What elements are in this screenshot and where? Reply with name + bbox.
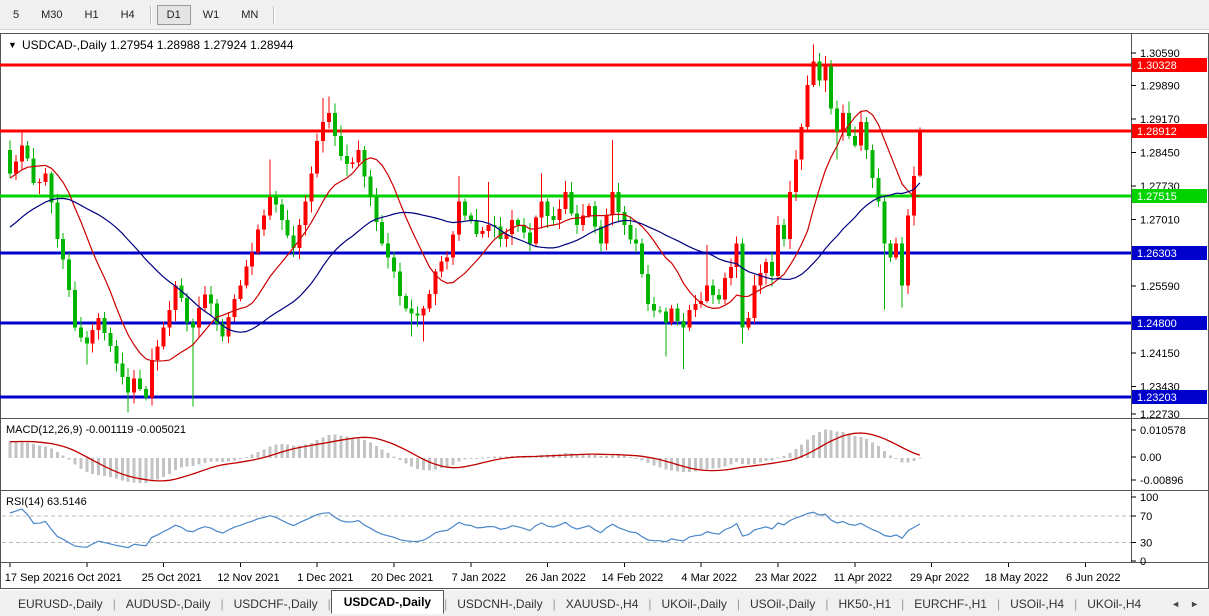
rsi-axis-label: 70 [1140, 511, 1152, 523]
rsi-axis-label: 100 [1140, 492, 1158, 504]
tab-scroll-right-icon[interactable]: ► [1190, 599, 1199, 609]
price-tag-label: 1.27515 [1137, 191, 1177, 203]
date-label: 20 Dec 2021 [371, 572, 433, 584]
date-label: 6 Jun 2022 [1066, 572, 1120, 584]
timeframe-button-h1[interactable]: H1 [75, 5, 109, 25]
date-label: 18 May 2022 [985, 572, 1049, 584]
date-label: 26 Jan 2022 [525, 572, 586, 584]
timeframe-button-5[interactable]: 5 [3, 5, 29, 25]
chart-tab-usoil-h4[interactable]: USOil-,H4 [1000, 593, 1074, 615]
date-label: 23 Mar 2022 [755, 572, 817, 584]
chart-tab-bar: EURUSD-,Daily|AUDUSD-,Daily|USDCHF-,Dail… [0, 590, 1209, 616]
price-tag-label: 1.30328 [1137, 60, 1177, 72]
macd-axis-label: 0.010578 [1140, 425, 1186, 437]
rsi-axis-label: 0 [1140, 556, 1146, 568]
price-axis-label: 1.25590 [1140, 281, 1180, 293]
price-axis-label: 1.22730 [1140, 409, 1180, 421]
date-label: 1 Dec 2021 [297, 572, 353, 584]
price-tag-label: 1.24800 [1137, 318, 1177, 330]
chart-tab-usdcnh-daily[interactable]: USDCNH-,Daily [447, 593, 552, 615]
date-label: 11 Apr 2022 [834, 572, 893, 584]
date-label: 29 Apr 2022 [910, 572, 969, 584]
chart-tab-usdchf-daily[interactable]: USDCHF-,Daily [224, 593, 328, 615]
chart-tab-hk50-h1[interactable]: HK50-,H1 [828, 593, 901, 615]
price-axis-label: 1.27010 [1140, 215, 1180, 227]
symbol-dropdown-icon[interactable]: ▼ [8, 40, 17, 50]
price-axis-label: 1.29890 [1140, 80, 1180, 92]
rsi-axis-label: 30 [1140, 537, 1152, 549]
chart-tab-ukoil-daily[interactable]: UKOil-,Daily [652, 593, 737, 615]
chart-tab-usoil-daily[interactable]: USOil-,Daily [740, 593, 825, 615]
timeframe-button-h4[interactable]: H4 [111, 5, 145, 25]
price-tag-label: 1.28912 [1137, 126, 1177, 138]
timeframe-button-w1[interactable]: W1 [193, 5, 230, 25]
chart-tab-eurusd-daily[interactable]: EURUSD-,Daily [8, 593, 113, 615]
price-axis-label: 1.30590 [1140, 48, 1180, 60]
date-label: 6 Oct 2021 [68, 572, 122, 584]
price-axis-label: 1.28450 [1140, 148, 1180, 160]
tab-scroll-left-icon[interactable]: ◄ [1171, 599, 1180, 609]
timeframe-toolbar: 5M30H1H4 D1W1MN [0, 0, 1209, 30]
date-label: 17 Sep 2021 [5, 572, 67, 584]
date-label: 25 Oct 2021 [142, 572, 202, 584]
chart-tab-xauusd-h4[interactable]: XAUUSD-,H4 [556, 593, 649, 615]
toolbar-separator [273, 6, 275, 24]
date-label: 14 Feb 2022 [602, 572, 664, 584]
chart-tab-eurchf-h1[interactable]: EURCHF-,H1 [904, 593, 997, 615]
rsi-label: RSI(14) 63.5146 [6, 496, 87, 508]
chart-tab-audusd-daily[interactable]: AUDUSD-,Daily [116, 593, 221, 615]
date-label: 12 Nov 2021 [217, 572, 279, 584]
timeframe-button-d1[interactable]: D1 [157, 5, 191, 25]
chart-tab-usdcad-daily[interactable]: USDCAD-,Daily [331, 590, 444, 614]
date-label: 4 Mar 2022 [681, 572, 737, 584]
timeframe-button-mn[interactable]: MN [231, 5, 268, 25]
macd-axis-label: -0.00896 [1140, 475, 1183, 487]
chart-area[interactable]: 1.305901.298901.291701.284501.277301.270… [0, 30, 1209, 590]
timeframe-button-m30[interactable]: M30 [31, 5, 72, 25]
tab-scroll-controls: ◄► [1171, 599, 1209, 609]
chart-title: USDCAD-,Daily 1.27954 1.28988 1.27924 1.… [22, 38, 294, 52]
toolbar-separator [150, 6, 152, 24]
macd-label: MACD(12,26,9) -0.001119 -0.005021 [6, 424, 186, 436]
price-axis-label: 1.24150 [1140, 348, 1180, 360]
chart-tab-ukoil-h4[interactable]: UKOil-,H4 [1077, 593, 1151, 615]
price-tag-label: 1.23203 [1137, 392, 1177, 404]
macd-axis-label: 0.00 [1140, 452, 1161, 464]
date-label: 7 Jan 2022 [452, 572, 506, 584]
price-tag-label: 1.26303 [1137, 248, 1177, 260]
